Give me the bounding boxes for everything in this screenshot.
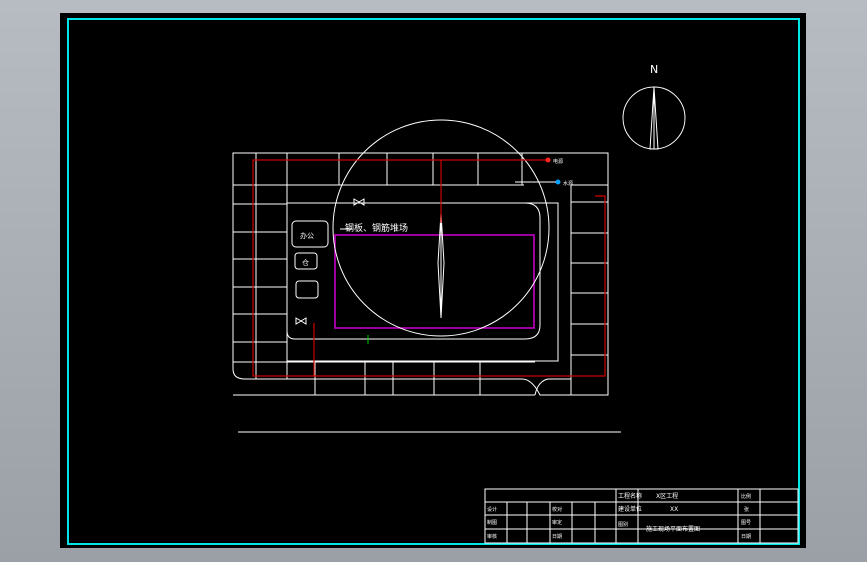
title-block-drawing-name: 施工现场平面布置图 xyxy=(646,525,700,533)
title-block-cell-k: 图别 xyxy=(618,521,628,528)
title-block-project-label: 工程名称 xyxy=(618,492,642,500)
steel-storage-area xyxy=(334,234,535,329)
title-block-unit-label: 建设单位 xyxy=(618,505,642,513)
inner-yard xyxy=(286,202,541,340)
title-block-cell-j: 日期 xyxy=(741,534,751,540)
title-block-cell-e: 审定 xyxy=(552,519,562,526)
water-source-label: 水源 xyxy=(563,180,573,187)
small-shed xyxy=(295,280,319,299)
north-label: N xyxy=(650,63,658,76)
title-block-unit-value: XX xyxy=(670,506,678,513)
tower-crane xyxy=(437,212,445,319)
valve-symbol xyxy=(295,317,307,325)
site-plan-drawing: N 办公 仓 钢板、钢筋堆场 电源 水源 工程名称 X区工程 建设单位 XX 施… xyxy=(67,18,800,545)
title-block-cell-a: 设计 xyxy=(487,506,497,513)
temporary-power-line xyxy=(252,159,606,377)
power-source-label: 电源 xyxy=(553,158,563,165)
building-label-warehouse: 仓 xyxy=(302,258,309,267)
warehouse-building: 仓 xyxy=(294,252,318,270)
drawing-frame xyxy=(67,18,800,545)
title-block-cell-b: 制图 xyxy=(487,519,497,526)
building-label-office: 办公 xyxy=(300,231,314,240)
title-block-cell-i: 张 xyxy=(744,506,749,513)
north-arrow: N xyxy=(622,63,686,150)
office-building: 办公 xyxy=(291,220,329,248)
title-block-cell-h: 图号 xyxy=(741,520,751,526)
site-boundary xyxy=(232,152,609,396)
power-source-point xyxy=(545,157,551,163)
storage-area-title: 钢板、钢筋堆场 xyxy=(345,222,408,234)
water-source-point xyxy=(555,179,561,185)
valve-symbol xyxy=(353,198,365,206)
title-block-cell-g: 比例 xyxy=(741,493,751,500)
title-block-cell-c: 审核 xyxy=(487,533,497,540)
title-block-project-value: X区工程 xyxy=(656,492,678,500)
title-block-cell-d: 校对 xyxy=(552,506,562,513)
cad-viewport[interactable]: N 办公 仓 钢板、钢筋堆场 电源 水源 工程名称 X区工程 建设单位 XX 施… xyxy=(60,13,806,548)
title-block-cell-f: 日期 xyxy=(552,534,562,540)
